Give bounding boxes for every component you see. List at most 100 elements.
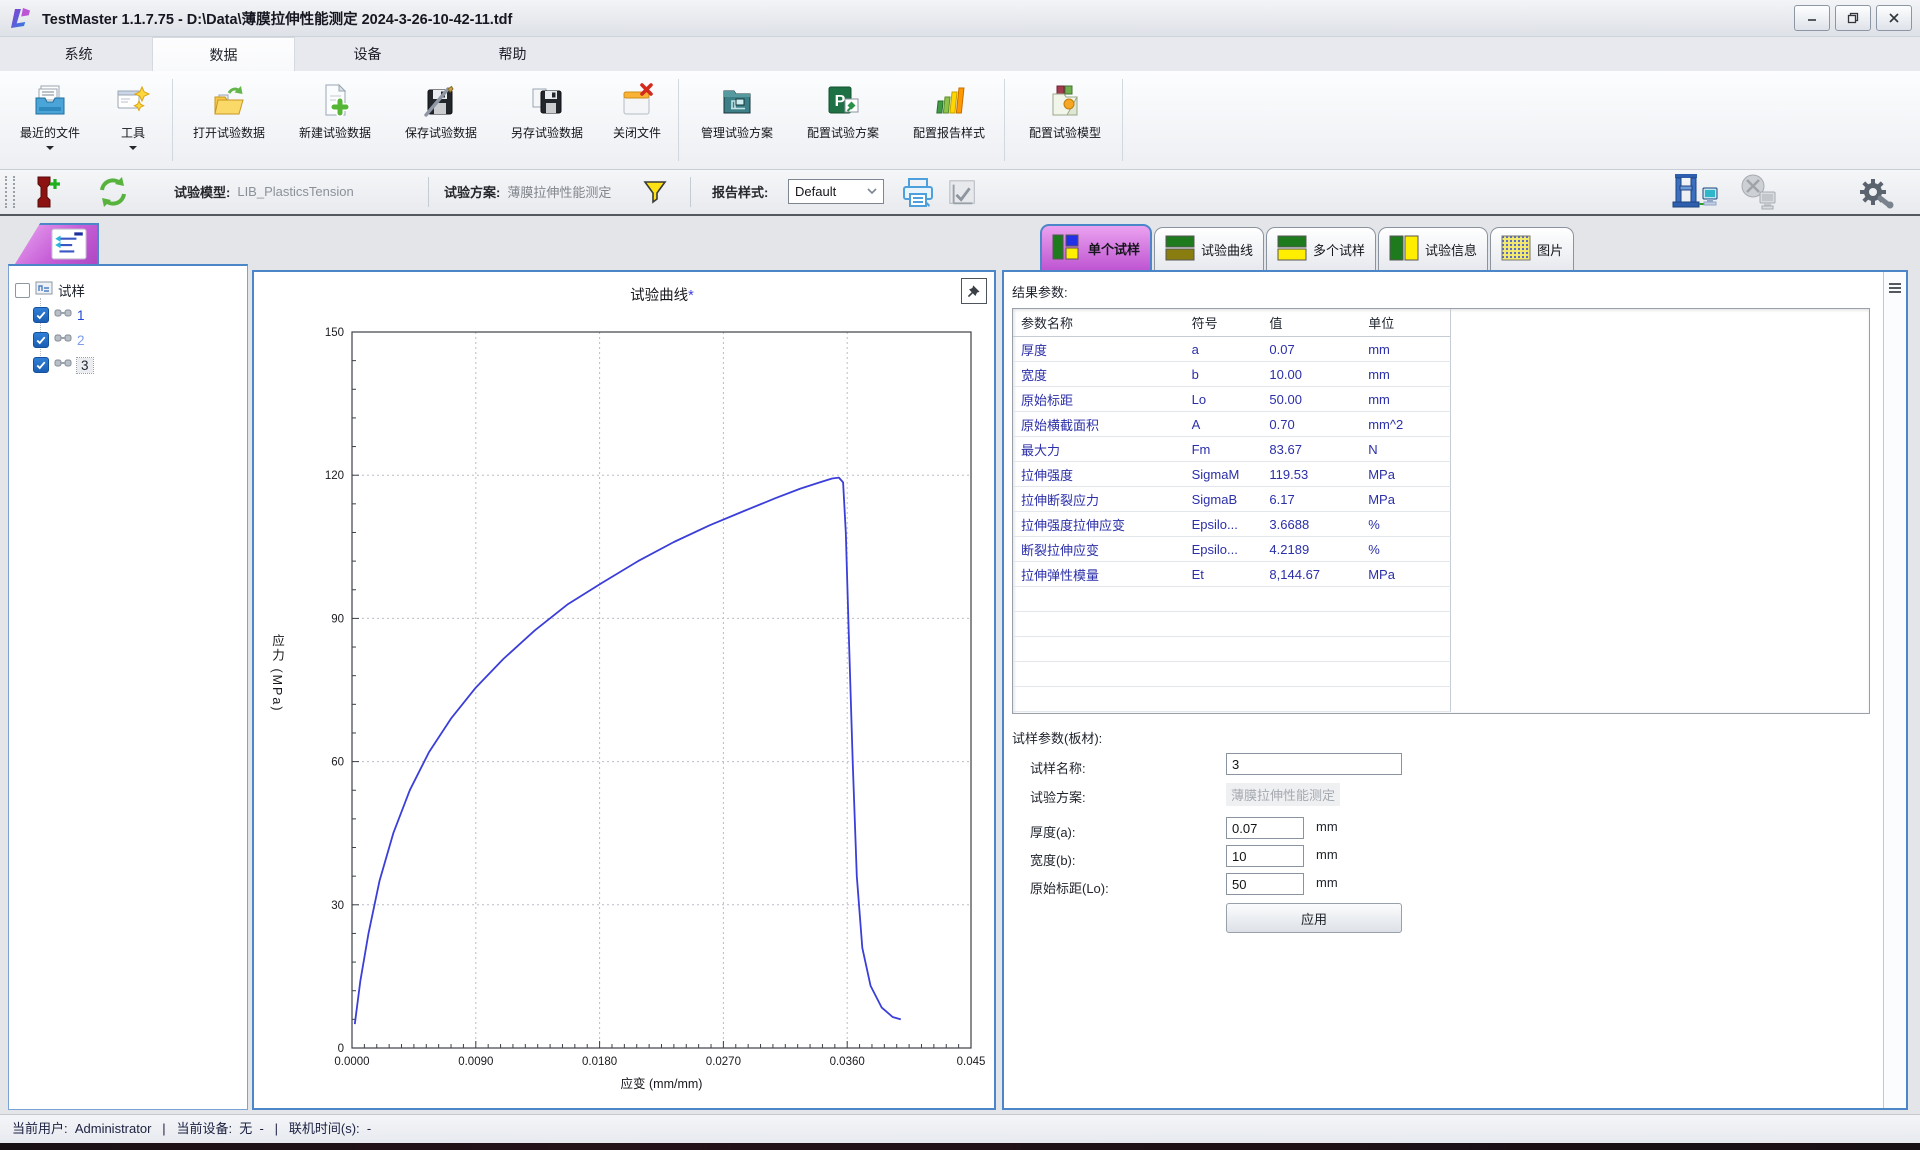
minimize-button[interactable] <box>1794 5 1830 31</box>
table-row[interactable]: 宽度b10.00mm <box>1013 362 1451 387</box>
panel-menu-icon[interactable] <box>1887 280 1903 296</box>
table-cell: mm^2 <box>1362 417 1450 432</box>
window-title: TestMaster 1.1.7.75 - D:\Data\薄膜拉伸性能测定 2… <box>42 8 512 29</box>
table-row[interactable]: 厚度a0.07mm <box>1013 337 1451 362</box>
column-header[interactable]: 参数名称 <box>1013 313 1186 332</box>
tree-item-label[interactable]: 2 <box>77 333 85 348</box>
menu-tab-device[interactable]: 设备 <box>297 37 438 71</box>
specimen-add-icon[interactable] <box>32 175 62 209</box>
tools-label: 工具 <box>121 124 145 141</box>
tab-picture[interactable]: 图片 <box>1490 227 1574 270</box>
table-row-empty[interactable] <box>1013 637 1451 662</box>
tree-item-2[interactable]: 2 <box>33 330 85 350</box>
open-test-data-button[interactable]: 打开试验数据 <box>178 73 280 167</box>
table-cell: 3.6688 <box>1263 517 1362 532</box>
menu-tab-data[interactable]: 数据 <box>152 37 295 72</box>
root-checkbox[interactable] <box>15 283 30 298</box>
table-cell: Epsilo... <box>1186 542 1264 557</box>
table-cell: 8,144.67 <box>1263 567 1362 582</box>
table-cell: Et <box>1186 567 1264 582</box>
tree-item-label[interactable]: 1 <box>77 308 85 323</box>
save-data-icon <box>423 73 459 119</box>
filter-funnel-icon[interactable] <box>642 179 668 205</box>
report-style-select[interactable]: Default <box>788 179 884 204</box>
table-row[interactable]: 最大力Fm83.67N <box>1013 437 1451 462</box>
apply-button[interactable]: 应用 <box>1226 903 1402 933</box>
report-check-icon[interactable] <box>946 178 980 208</box>
close-window-button[interactable] <box>1876 5 1912 31</box>
machine-offline-icon[interactable] <box>1738 174 1782 214</box>
table-row[interactable]: 拉伸强度SigmaM119.53MPa <box>1013 462 1451 487</box>
tab-multi-specimen[interactable]: 多个试样 <box>1266 227 1376 270</box>
config-test-plan-button[interactable]: P配置试验方案 <box>792 73 894 167</box>
save-as-test-data-label: 另存试验数据 <box>511 124 583 141</box>
tab-single-specimen[interactable]: 单个试样 <box>1040 224 1152 270</box>
table-cell: 拉伸断裂应力 <box>1013 490 1186 509</box>
specimen-tree-tab[interactable] <box>15 223 99 264</box>
table-row[interactable]: 拉伸断裂应力SigmaB6.17MPa <box>1013 487 1451 512</box>
sample-plan-value: 薄膜拉伸性能测定 <box>1226 783 1340 806</box>
table-row-empty[interactable] <box>1013 662 1451 687</box>
table-row-empty[interactable] <box>1013 587 1451 612</box>
column-header[interactable]: 符号 <box>1186 313 1264 332</box>
y-axis-label: 应力 (MPa) <box>268 634 287 713</box>
width-input[interactable] <box>1226 845 1304 867</box>
column-header[interactable]: 单位 <box>1362 313 1450 332</box>
restore-button[interactable] <box>1835 5 1871 31</box>
main-content: 试样123 试验曲线* 03060901201500.00000.00900.0… <box>0 216 1920 1114</box>
tab-test-info[interactable]: 试验信息 <box>1378 227 1488 270</box>
config-report-style-button[interactable]: 配置报告样式 <box>898 73 1000 167</box>
x-axis-label: 应变 (mm/mm) <box>621 1076 703 1091</box>
picture-icon <box>1501 235 1531 264</box>
thickness-input[interactable] <box>1226 817 1304 839</box>
table-row[interactable]: 原始标距Lo50.00mm <box>1013 387 1451 412</box>
dropdown-arrow-icon[interactable] <box>46 146 54 154</box>
tree-root[interactable]: 试样 <box>15 280 85 300</box>
table-row[interactable]: 断裂拉伸应变Epsilo...4.2189% <box>1013 537 1451 562</box>
table-cell: b <box>1186 367 1264 382</box>
column-header[interactable]: 值 <box>1263 313 1362 332</box>
status-bar: 当前用户: Administrator | 当前设备: 无 - | 联机时间(s… <box>0 1114 1920 1143</box>
machine-online-icon[interactable] <box>1670 172 1720 212</box>
tree-item-label[interactable]: 3 <box>77 358 93 373</box>
table-cell: 拉伸强度 <box>1013 465 1186 484</box>
toolbar-grip[interactable] <box>5 176 15 208</box>
refresh-icon[interactable] <box>96 175 130 209</box>
print-icon[interactable] <box>900 177 938 209</box>
single-specimen-icon <box>1052 234 1082 263</box>
checkbox-checked[interactable] <box>33 307 49 323</box>
link-icon <box>54 356 72 374</box>
tree-item-3[interactable]: 3 <box>33 355 93 375</box>
close-file-button[interactable]: 关闭文件 <box>602 73 672 167</box>
x-tick-label: 0.045 <box>957 1056 986 1068</box>
table-row-empty[interactable] <box>1013 612 1451 637</box>
settings-icon[interactable] <box>1856 175 1894 209</box>
pin-button[interactable] <box>961 278 987 304</box>
sample-name-input[interactable] <box>1226 753 1402 775</box>
checkbox-checked[interactable] <box>33 332 49 348</box>
divider <box>428 177 429 207</box>
tree-item-1[interactable]: 1 <box>33 305 85 325</box>
dropdown-arrow-icon[interactable] <box>129 146 137 154</box>
save-test-data-button[interactable]: 保存试验数据 <box>390 73 492 167</box>
table-row-empty[interactable] <box>1013 687 1451 712</box>
report-style-icon <box>931 73 967 119</box>
recent-files-icon <box>32 73 68 119</box>
table-row[interactable]: 拉伸弹性模量Et8,144.67MPa <box>1013 562 1451 587</box>
checkbox-checked[interactable] <box>33 357 49 373</box>
menu-tab-help[interactable]: 帮助 <box>442 37 583 71</box>
config-test-model-button[interactable]: 配置试验模型 <box>1012 73 1118 167</box>
table-row[interactable]: 拉伸强度拉伸应变Epsilo...3.6688% <box>1013 512 1451 537</box>
new-test-data-button[interactable]: 新建试验数据 <box>284 73 386 167</box>
gauge-length-input[interactable] <box>1226 873 1304 895</box>
recent-files-button[interactable]: 最近的文件 <box>4 73 96 167</box>
save-as-test-data-button[interactable]: 另存试验数据 <box>496 73 598 167</box>
menu-tab-system[interactable]: 系统 <box>8 37 149 71</box>
tree-root-label[interactable]: 试样 <box>58 280 85 300</box>
tools-button[interactable]: 工具 <box>100 73 166 167</box>
app-logo-icon <box>8 6 32 30</box>
tab-curves[interactable]: 试验曲线 <box>1154 227 1264 270</box>
sample-name-label: 试样名称: <box>1030 758 1086 777</box>
manage-test-plan-button[interactable]: 管理试验方案 <box>686 73 788 167</box>
table-row[interactable]: 原始横截面积A0.70mm^2 <box>1013 412 1451 437</box>
